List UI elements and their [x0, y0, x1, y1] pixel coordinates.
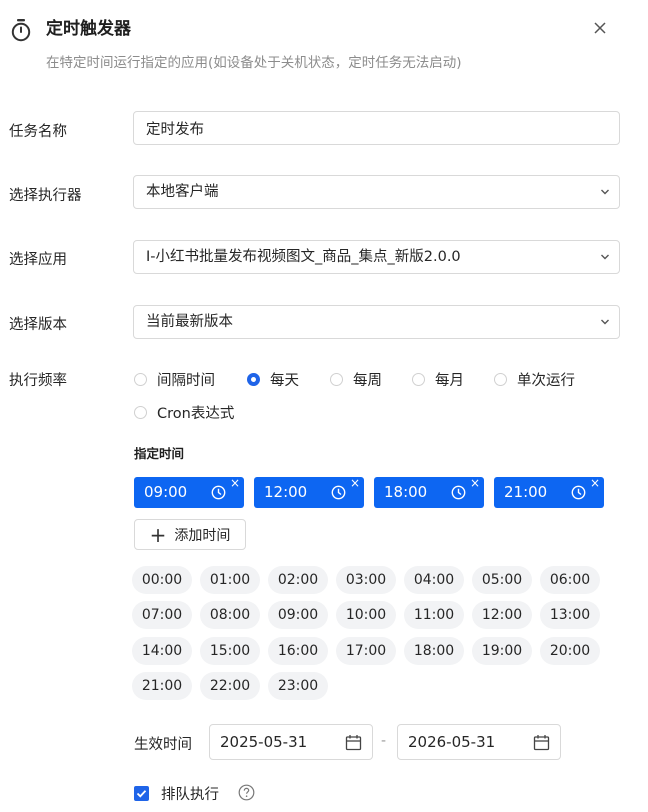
chevron-down-icon	[601, 254, 609, 260]
remove-time-icon[interactable]: ×	[230, 468, 240, 499]
time-tag[interactable]: 18:00 ×	[374, 476, 484, 508]
dialog-subtitle: 在特定时间运行指定的应用(如设备处于关机状态，定时任务无法启动)	[46, 55, 462, 71]
version-select[interactable]: 当前最新版本	[133, 305, 620, 339]
quick-time-chip[interactable]: 01:00	[200, 566, 260, 594]
radio-once[interactable]: 单次运行	[494, 369, 575, 390]
radio-label: 每月	[435, 373, 464, 389]
quick-time-chip[interactable]: 10:00	[336, 601, 396, 629]
radio-label: Cron表达式	[157, 406, 235, 422]
quick-time-chip[interactable]: 06:00	[540, 566, 600, 594]
chevron-down-icon	[601, 319, 609, 325]
quick-time-chip[interactable]: 08:00	[200, 601, 260, 629]
app-value: I-小红书批量发布视频图文_商品_集点_新版2.0.0	[146, 249, 461, 265]
radio-label: 单次运行	[517, 373, 575, 389]
radio-circle	[134, 373, 147, 386]
quick-time-chip[interactable]: 23:00	[268, 672, 328, 700]
quick-time-chip[interactable]: 02:00	[268, 566, 328, 594]
radio-circle	[134, 406, 147, 419]
quick-time-chip[interactable]: 13:00	[540, 601, 600, 629]
task-name-input[interactable]	[133, 111, 620, 145]
calendar-icon	[533, 735, 550, 751]
radio-monthly[interactable]: 每月	[412, 369, 464, 390]
effective-time-label: 生效时间	[134, 737, 192, 753]
radio-daily[interactable]: 每天	[247, 369, 299, 390]
time-tag[interactable]: 12:00 ×	[254, 476, 364, 508]
quick-time-chip[interactable]: 17:00	[336, 637, 396, 665]
quick-time-chip[interactable]: 22:00	[200, 672, 260, 700]
clock-icon	[211, 485, 226, 500]
version-label: 选择版本	[9, 317, 67, 333]
radio-label: 每周	[353, 373, 382, 389]
time-tag-value: 21:00	[504, 483, 548, 501]
radio-interval[interactable]: 间隔时间	[134, 369, 215, 390]
executor-label: 选择执行器	[9, 188, 82, 204]
start-date-value: 2025-05-31	[220, 733, 308, 751]
time-tag[interactable]: 21:00 ×	[494, 476, 604, 508]
add-time-label: 添加时间	[174, 527, 231, 544]
quick-time-chip[interactable]: 20:00	[540, 637, 600, 665]
specified-time-title: 指定时间	[134, 446, 185, 461]
quick-time-chip[interactable]: 11:00	[404, 601, 464, 629]
queue-label: 排队执行	[161, 787, 219, 803]
quick-time-chip[interactable]: 05:00	[472, 566, 532, 594]
clock-icon	[571, 485, 586, 500]
quick-time-chip[interactable]: 03:00	[336, 566, 396, 594]
quick-time-chip[interactable]: 21:00	[132, 672, 192, 700]
radio-label: 每天	[270, 373, 299, 389]
start-date-picker[interactable]: 2025-05-31	[209, 724, 373, 760]
version-value: 当前最新版本	[146, 314, 233, 330]
calendar-icon	[345, 735, 362, 751]
executor-value: 本地客户端	[146, 184, 219, 200]
dialog-title: 定时触发器	[46, 19, 131, 39]
plus-icon: +	[149, 522, 167, 547]
remove-time-icon[interactable]: ×	[590, 468, 600, 499]
time-tag[interactable]: 09:00 ×	[134, 476, 244, 508]
radio-label: 间隔时间	[157, 373, 215, 389]
help-icon[interactable]	[238, 784, 255, 801]
executor-select[interactable]: 本地客户端	[133, 175, 620, 209]
check-icon	[136, 790, 147, 798]
close-icon[interactable]	[590, 18, 610, 38]
remove-time-icon[interactable]: ×	[470, 468, 480, 499]
app-select[interactable]: I-小红书批量发布视频图文_商品_集点_新版2.0.0	[133, 240, 620, 274]
quick-time-chip[interactable]: 00:00	[132, 566, 192, 594]
quick-time-chip[interactable]: 15:00	[200, 637, 260, 665]
quick-time-chip[interactable]: 19:00	[472, 637, 532, 665]
radio-weekly[interactable]: 每周	[330, 369, 382, 390]
quick-time-chip[interactable]: 07:00	[132, 601, 192, 629]
add-time-button[interactable]: + 添加时间	[134, 519, 246, 550]
radio-cron[interactable]: Cron表达式	[134, 402, 234, 423]
quick-time-chip[interactable]: 12:00	[472, 601, 532, 629]
end-date-value: 2026-05-31	[408, 733, 496, 751]
queue-checkbox[interactable]	[134, 786, 149, 801]
frequency-label: 执行频率	[9, 373, 67, 389]
quick-time-chip[interactable]: 18:00	[404, 637, 464, 665]
radio-circle	[494, 373, 507, 386]
date-separator: -	[381, 733, 387, 749]
quick-time-chip[interactable]: 04:00	[404, 566, 464, 594]
time-tag-value: 12:00	[264, 483, 308, 501]
quick-time-chip[interactable]: 09:00	[268, 601, 328, 629]
quick-time-chip[interactable]: 16:00	[268, 637, 328, 665]
task-name-label: 任务名称	[9, 124, 67, 140]
time-tag-value: 09:00	[144, 483, 188, 501]
quick-time-chip[interactable]: 14:00	[132, 637, 192, 665]
chevron-down-icon	[601, 189, 609, 195]
timer-icon	[11, 19, 31, 42]
clock-icon	[331, 485, 346, 500]
time-tag-value: 18:00	[384, 483, 428, 501]
app-label: 选择应用	[9, 252, 67, 268]
radio-circle	[412, 373, 425, 386]
remove-time-icon[interactable]: ×	[350, 468, 360, 499]
end-date-picker[interactable]: 2026-05-31	[397, 724, 561, 760]
clock-icon	[451, 485, 466, 500]
radio-circle-selected	[247, 373, 260, 386]
radio-circle	[330, 373, 343, 386]
